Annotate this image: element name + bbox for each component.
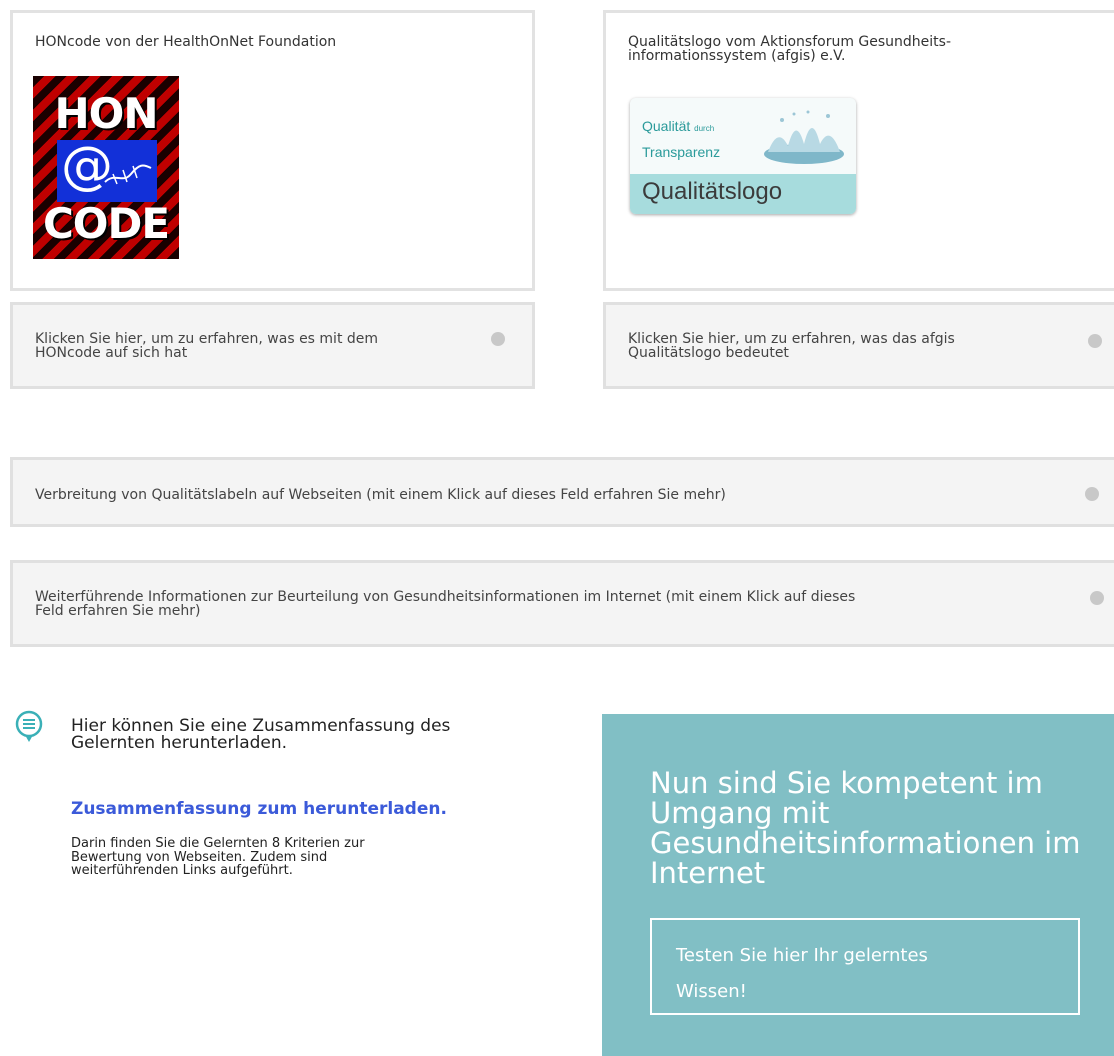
honcode-logo-hon: HON [54,89,158,138]
test-knowledge-line2: Wissen! [676,981,747,1002]
honcode-info-line2: HONcode auf sich hat [35,345,188,361]
honcode-info-label: Klicken Sie hier, um zu erfahren, was es… [35,332,378,360]
afgis-logo-qualitaetslogo: Qualitätslogo [642,178,783,205]
afgis-logo-qualitaet: Qualität durch [642,118,715,134]
honcode-card-title: HONcode von der HealthOnNet Foundation [35,34,337,50]
summary-desc-line1: Darin finden Sie die Gelernten 8 Kriteri… [71,836,365,851]
further-info-line2: Feld erfahren Sie mehr) [35,603,201,619]
honcode-info-line1: Klicken Sie hier, um zu erfahren, was es… [35,331,379,347]
afgis-info-accordion[interactable]: Klicken Sie hier, um zu erfahren, was da… [603,302,1114,389]
summary-desc-line3: weiterführenden Links aufgeführt. [71,863,293,878]
cta-title-line2: Umgang mit [650,796,830,830]
afgis-logo-top: Qualität durch Transparenz [630,98,856,174]
afgis-card-title: Qualitätslogo vom Aktionsforum Gesundhei… [628,35,951,63]
quiz-cta-panel: Nun sind Sie kompetent im Umgang mit Ges… [602,714,1114,1056]
afgis-info-line2: Qualitätslogo bedeutet [628,345,789,361]
spread-accordion[interactable]: Verbreitung von Qualitätslabeln auf Webs… [10,457,1114,527]
test-knowledge-button[interactable]: Testen Sie hier Ihr gelerntes Wissen! [650,918,1080,1015]
test-knowledge-line1: Testen Sie hier Ihr gelerntes [676,945,928,966]
cta-title-line4: Internet [650,856,766,890]
spread-label: Verbreitung von Qualitätslabeln auf Webs… [35,487,726,503]
summary-intro: Hier können Sie eine Zusammenfassung des… [71,718,541,752]
further-info-accordion[interactable]: Weiterführende Informationen zur Beurtei… [10,560,1114,647]
afgis-card-title-line1: Qualitätslogo vom Aktionsforum Gesundhei… [628,34,952,50]
summary-download-link[interactable]: Zusammenfassung zum herunterladen. [71,799,447,819]
honcode-logo-blue-field: @ [57,136,157,202]
afgis-logo[interactable]: Qualität durch Transparenz Qualitätslogo [630,98,856,214]
summary-description: Darin finden Sie die Gelernten 8 Kriteri… [71,837,491,878]
further-info-label: Weiterführende Informationen zur Beurtei… [35,590,855,618]
test-knowledge-label: Testen Sie hier Ihr gelerntes Wissen! [676,938,1016,1010]
afgis-logo-transparenz: Transparenz [642,144,721,160]
further-info-line1: Weiterführende Informationen zur Beurtei… [35,589,856,605]
honcode-logo[interactable]: HON @ CODE [33,76,179,259]
honcode-logo-code: CODE [42,199,170,248]
honcode-info-accordion[interactable]: Klicken Sie hier, um zu erfahren, was es… [10,302,535,389]
dot-icon [1085,487,1099,501]
summary-intro-line2: Gelernten herunterladen. [71,733,288,753]
chat-bubble-icon [15,710,43,742]
cta-title-line3: Gesundheitsinformationen im [650,826,1081,860]
dot-icon [1088,334,1102,348]
dot-icon [1090,591,1104,605]
cta-title-line1: Nun sind Sie kompetent im [650,766,1043,800]
afgis-card-title-line2: informationssystem (afgis) e.V. [628,48,846,64]
water-splash-icon [764,110,844,164]
afgis-info-line1: Klicken Sie hier, um zu erfahren, was da… [628,331,955,347]
afgis-info-label: Klicken Sie hier, um zu erfahren, was da… [628,332,955,360]
dot-icon [491,332,505,346]
caduceus-icon [104,164,152,185]
afgis-logo-bottom: Qualitätslogo [630,174,856,214]
summary-desc-line2: Bewertung von Webseiten. Zudem sind [71,849,328,865]
cta-title: Nun sind Sie kompetent im Umgang mit Ges… [650,768,1100,888]
